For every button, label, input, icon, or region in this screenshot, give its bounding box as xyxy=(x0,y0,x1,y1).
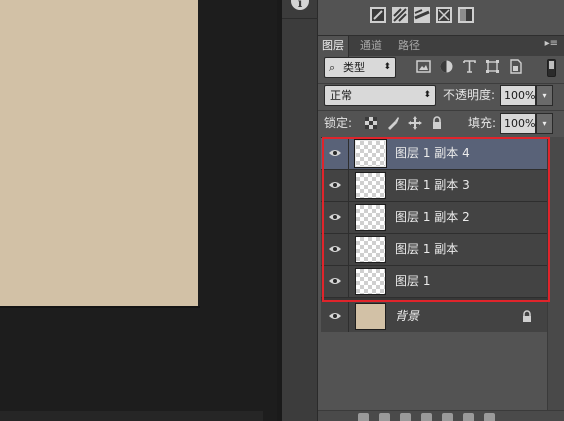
layer-thumbnail[interactable] xyxy=(354,139,387,168)
layer-name[interactable]: 图层 1 副本 xyxy=(395,234,458,265)
adjustments-strip xyxy=(318,0,564,34)
layer-filter-row: ⌕ 类型 ⬍ xyxy=(318,57,564,83)
layer-row[interactable]: 图层 1 副本 3 xyxy=(321,170,547,202)
smart-object-filter-icon[interactable] xyxy=(508,59,523,74)
layer-name[interactable]: 图层 1 副本 4 xyxy=(395,138,470,169)
search-icon: ⌕ xyxy=(329,61,336,74)
layer-style-icon[interactable] xyxy=(379,413,390,421)
eye-icon xyxy=(329,150,341,156)
canvas-shadow xyxy=(0,306,200,308)
visibility-toggle[interactable] xyxy=(321,266,349,297)
visibility-toggle[interactable] xyxy=(321,301,349,332)
fill-dropdown-icon[interactable]: ▾ xyxy=(536,113,553,134)
scrollbar-end xyxy=(263,411,277,421)
iconbar-separator xyxy=(282,18,318,19)
fill-field[interactable]: 100% xyxy=(500,113,536,134)
layers-vertical-scrollbar[interactable] xyxy=(547,137,564,410)
opacity-field[interactable]: 100% xyxy=(500,85,536,106)
threshold-icon[interactable] xyxy=(457,6,475,24)
visibility-toggle[interactable] xyxy=(321,138,349,169)
layers-list[interactable]: 图层 1 副本 4 图层 1 副本 3 图层 1 副本 2 图层 1 副本 图层… xyxy=(321,137,547,333)
visibility-toggle[interactable] xyxy=(321,234,349,265)
layer-thumbnail[interactable] xyxy=(355,236,386,263)
type-layer-filter-icon[interactable] xyxy=(462,59,477,74)
layer-row-background[interactable]: 背景 xyxy=(321,301,547,333)
panel-tabs: 图层 通道 路径 ▸≡ xyxy=(318,35,564,57)
select-arrows-icon: ⬍ xyxy=(423,90,431,100)
tab-layers[interactable]: 图层 xyxy=(318,36,349,57)
new-layer-icon[interactable] xyxy=(463,413,474,421)
blend-opacity-row: 正常 ⬍ 不透明度: 100% ▾ xyxy=(318,85,564,109)
info-icon[interactable]: i xyxy=(291,0,309,10)
layer-thumbnail[interactable] xyxy=(355,172,386,199)
photo-filter-icon[interactable] xyxy=(369,6,387,24)
opacity-label: 不透明度: xyxy=(443,88,496,102)
new-group-icon[interactable] xyxy=(442,413,453,421)
shape-layer-filter-icon[interactable] xyxy=(485,59,500,74)
gradient-map-icon[interactable] xyxy=(391,6,409,24)
blend-mode-value: 正常 xyxy=(330,89,352,102)
link-layers-icon[interactable] xyxy=(358,413,369,421)
tab-paths[interactable]: 路径 xyxy=(394,36,424,57)
adjustment-layer-filter-icon[interactable] xyxy=(439,59,454,74)
lock-position-icon[interactable] xyxy=(408,116,422,130)
layer-thumbnail[interactable] xyxy=(355,204,386,231)
lock-transparent-pixels-icon[interactable] xyxy=(364,116,378,130)
select-arrows-icon: ⬍ xyxy=(383,62,391,72)
delete-layer-icon[interactable] xyxy=(484,413,495,421)
tab-channels[interactable]: 通道 xyxy=(356,36,386,57)
filter-value: 类型 xyxy=(343,61,365,74)
layer-name[interactable]: 图层 1 副本 2 xyxy=(395,202,470,233)
layers-list-empty-area[interactable] xyxy=(321,332,547,410)
visibility-toggle[interactable] xyxy=(321,170,349,201)
layers-panel: 图层 通道 路径 ▸≡ ⌕ 类型 ⬍ 正常 ⬍ 不透明度: 100% ▾ 锁定:… xyxy=(318,0,564,421)
fill-label: 填充: xyxy=(468,116,497,130)
collapsed-panel-iconbar: i xyxy=(282,0,318,421)
filter-toggle-switch[interactable] xyxy=(547,59,556,77)
eye-icon xyxy=(329,278,341,284)
lock-all-icon[interactable] xyxy=(430,116,444,130)
layer-name[interactable]: 图层 1 副本 3 xyxy=(395,170,470,201)
opacity-dropdown-icon[interactable]: ▾ xyxy=(536,85,553,106)
eye-icon xyxy=(329,214,341,220)
layer-filter-select[interactable]: ⌕ 类型 ⬍ xyxy=(324,57,396,78)
layer-row[interactable]: 图层 1 xyxy=(321,266,547,298)
lock-icon xyxy=(523,310,531,322)
blend-mode-select[interactable]: 正常 ⬍ xyxy=(324,85,436,106)
horizontal-scrollbar[interactable] xyxy=(0,411,277,421)
lock-fill-row: 锁定: 填充: 100% ▾ xyxy=(318,113,564,135)
document-canvas[interactable] xyxy=(0,0,198,306)
panel-menu-icon[interactable]: ▸≡ xyxy=(545,38,558,49)
layers-bottom-toolbar xyxy=(318,410,564,421)
eye-icon xyxy=(329,182,341,188)
add-mask-icon[interactable] xyxy=(400,413,411,421)
eye-icon xyxy=(329,246,341,252)
layer-name[interactable]: 图层 1 xyxy=(395,266,430,297)
divider xyxy=(318,83,564,84)
layer-row[interactable]: 图层 1 副本 2 xyxy=(321,202,547,234)
new-adjustment-layer-icon[interactable] xyxy=(421,413,432,421)
layer-name[interactable]: 背景 xyxy=(395,301,419,332)
invert-icon[interactable] xyxy=(435,6,453,24)
layer-thumbnail[interactable] xyxy=(355,303,386,330)
layer-row[interactable]: 图层 1 副本 4 xyxy=(321,138,547,170)
eye-icon xyxy=(329,313,341,319)
layer-row[interactable]: 图层 1 副本 xyxy=(321,234,547,266)
lock-image-pixels-icon[interactable] xyxy=(386,116,400,130)
layer-thumbnail[interactable] xyxy=(355,268,386,295)
lock-label: 锁定: xyxy=(324,116,353,130)
visibility-toggle[interactable] xyxy=(321,202,349,233)
document-canvas-area[interactable] xyxy=(0,0,277,421)
divider xyxy=(318,110,564,111)
selective-color-icon[interactable] xyxy=(413,6,431,24)
pixel-layer-filter-icon[interactable] xyxy=(416,59,431,74)
